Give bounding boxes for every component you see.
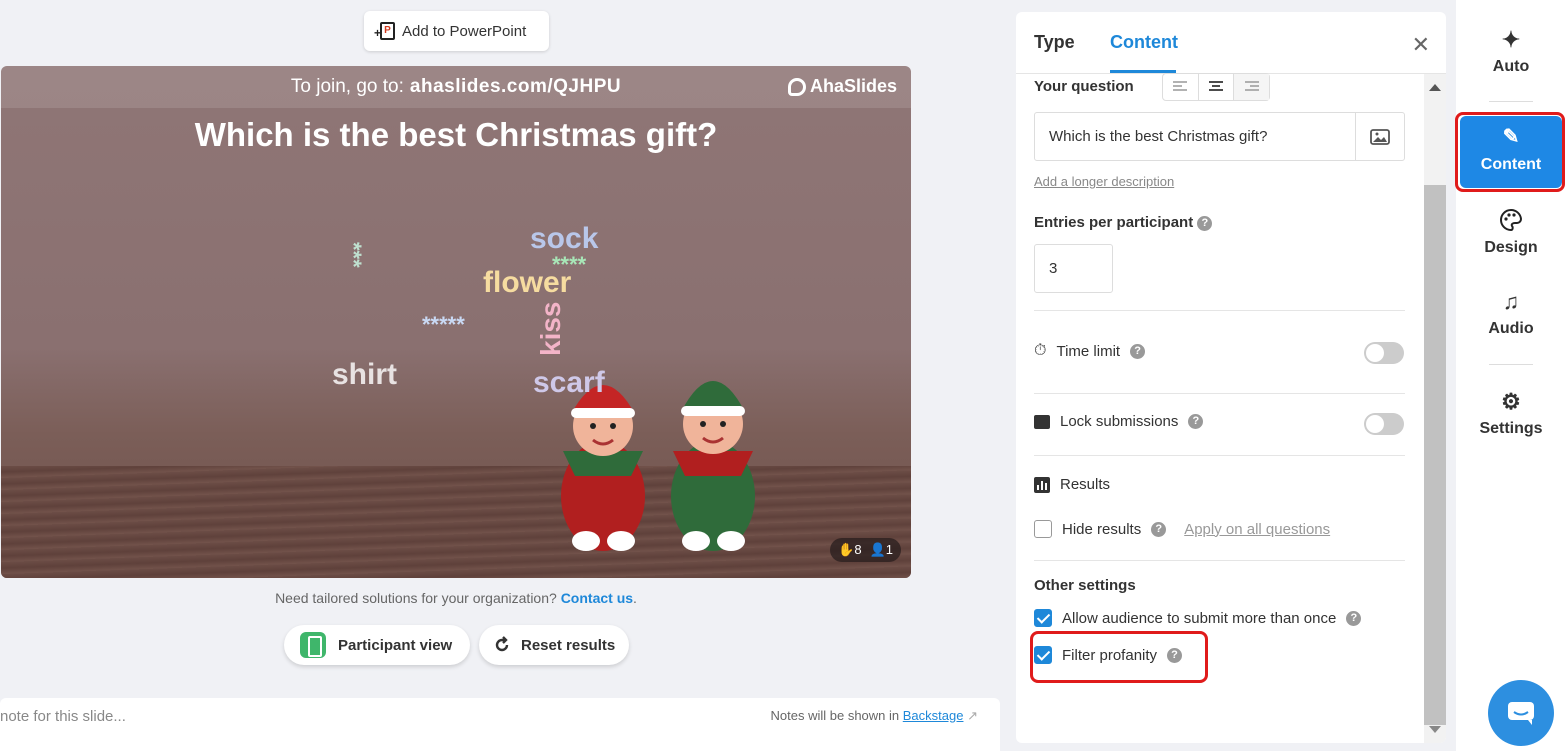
slide-notes-area[interactable]: note for this slide... Notes will be sho… bbox=[0, 698, 1000, 751]
align-right-button[interactable] bbox=[1233, 74, 1270, 100]
results-row: Results bbox=[1034, 476, 1110, 493]
scroll-down-arrow-icon[interactable] bbox=[1429, 726, 1441, 733]
text-align-group bbox=[1162, 73, 1270, 101]
chat-lock-icon bbox=[1034, 414, 1050, 429]
contact-us-link[interactable]: Contact us bbox=[561, 590, 633, 606]
time-limit-toggle[interactable] bbox=[1364, 342, 1404, 364]
powerpoint-icon: + P bbox=[374, 21, 396, 41]
join-instructions-bar: To join, go to: ahaslides.com/QJHPU bbox=[1, 66, 911, 108]
panel-scrollbar[interactable] bbox=[1424, 74, 1446, 743]
other-settings-label: Other settings bbox=[1034, 577, 1136, 594]
question-input[interactable]: Which is the best Christmas gift? bbox=[1034, 112, 1405, 161]
music-note-icon: ♫ bbox=[1502, 289, 1520, 314]
word-cloud-entry: sock bbox=[530, 222, 599, 255]
time-limit-row: ⏱ Time limit ? bbox=[1034, 342, 1146, 360]
hide-results-row: Hide results ? Apply on all questions bbox=[1034, 520, 1330, 538]
lock-submissions-row: Lock submissions ? bbox=[1034, 413, 1204, 430]
entries-per-participant-label: Entries per participant ? bbox=[1034, 214, 1213, 231]
divider bbox=[1034, 455, 1405, 456]
lock-submissions-label: Lock submissions bbox=[1060, 413, 1179, 430]
join-url: ahaslides.com/QJHPU bbox=[409, 76, 622, 97]
participants-count: 👤1 bbox=[869, 542, 893, 557]
add-description-link[interactable]: Add a longer description bbox=[1034, 174, 1174, 189]
ahaslides-logo-icon bbox=[787, 77, 806, 96]
results-label: Results bbox=[1060, 476, 1111, 493]
align-left-button[interactable] bbox=[1163, 74, 1198, 100]
word-cloud-entry: shirt bbox=[332, 358, 398, 391]
help-icon[interactable]: ? bbox=[1130, 343, 1146, 359]
external-link-icon: ↗ bbox=[967, 708, 978, 723]
tab-type[interactable]: Type bbox=[1034, 32, 1075, 53]
add-to-powerpoint-label: Add to PowerPoint bbox=[402, 22, 527, 40]
hide-results-checkbox[interactable] bbox=[1034, 520, 1052, 538]
rail-divider bbox=[1489, 364, 1533, 365]
reset-icon bbox=[495, 636, 509, 652]
align-left-icon bbox=[1173, 81, 1188, 91]
rail-item-settings[interactable]: ⚙ Settings bbox=[1456, 390, 1566, 438]
live-chat-button[interactable] bbox=[1488, 680, 1554, 746]
chat-icon bbox=[1508, 702, 1534, 725]
rail-item-auto[interactable]: ✦ Auto bbox=[1456, 28, 1566, 76]
lock-submissions-toggle[interactable] bbox=[1364, 413, 1404, 435]
allow-multiple-label: Allow audience to submit more than once bbox=[1062, 609, 1337, 627]
entries-per-participant-input[interactable]: 3 bbox=[1034, 244, 1113, 293]
participant-view-button[interactable]: Participant view bbox=[284, 625, 470, 665]
help-icon[interactable]: ? bbox=[1188, 414, 1204, 429]
slide-preview: To join, go to: ahaslides.com/QJHPU AhaS… bbox=[1, 66, 911, 578]
your-question-label: Your question bbox=[1034, 78, 1134, 95]
time-limit-label: Time limit bbox=[1056, 342, 1121, 360]
responses-count: ✋8 bbox=[838, 542, 862, 557]
notes-placeholder: note for this slide... bbox=[0, 708, 126, 725]
word-cloud-entry: flower bbox=[483, 266, 572, 299]
rail-item-audio[interactable]: ♫ Audio bbox=[1456, 290, 1566, 338]
allow-multiple-checkbox[interactable] bbox=[1034, 609, 1052, 627]
reset-results-button[interactable]: Reset results bbox=[479, 625, 629, 665]
panel-tabs: Type Content ✕ bbox=[1016, 12, 1446, 74]
close-icon[interactable]: ✕ bbox=[1412, 32, 1430, 58]
divider bbox=[1034, 310, 1405, 311]
notes-info: Notes will be shown in Backstage ↗ bbox=[770, 708, 978, 723]
apply-on-all-questions-link[interactable]: Apply on all questions bbox=[1184, 521, 1330, 538]
word-cloud-entry: *** bbox=[341, 242, 366, 268]
rail-divider bbox=[1489, 101, 1533, 102]
hide-results-label: Hide results bbox=[1062, 520, 1142, 538]
sparkle-icon: ✦ bbox=[1501, 27, 1521, 52]
image-icon bbox=[1370, 128, 1390, 145]
divider bbox=[1034, 560, 1405, 561]
question-input-value[interactable]: Which is the best Christmas gift? bbox=[1035, 113, 1355, 160]
response-counter: ✋8 👤1 bbox=[830, 538, 901, 562]
phone-icon bbox=[300, 632, 326, 658]
help-icon[interactable]: ? bbox=[1346, 610, 1362, 626]
tab-content[interactable]: Content bbox=[1110, 32, 1178, 53]
stopwatch-icon: ⏱ bbox=[1034, 342, 1047, 359]
scrollbar-thumb[interactable] bbox=[1424, 185, 1446, 725]
divider bbox=[1034, 393, 1405, 394]
allow-multiple-row: Allow audience to submit more than once … bbox=[1034, 609, 1362, 627]
brand-name: AhaSlides bbox=[809, 76, 897, 96]
align-center-icon bbox=[1209, 81, 1223, 91]
align-right-icon bbox=[1244, 81, 1259, 91]
bar-chart-icon bbox=[1034, 476, 1050, 493]
word-cloud-entry: kiss bbox=[535, 301, 566, 357]
scroll-up-arrow-icon[interactable] bbox=[1429, 84, 1441, 91]
rail-item-design[interactable]: Design bbox=[1456, 208, 1566, 257]
participant-view-label: Participant view bbox=[338, 636, 453, 654]
backstage-link[interactable]: Backstage bbox=[903, 708, 964, 723]
reset-results-label: Reset results bbox=[521, 636, 616, 654]
word-cloud-entry: ***** bbox=[422, 312, 465, 337]
tailored-solutions-text: Need tailored solutions for your organiz… bbox=[275, 590, 637, 606]
content-rail-highlight bbox=[1455, 112, 1565, 192]
palette-icon bbox=[1456, 208, 1566, 233]
add-to-powerpoint-button[interactable]: + P Add to PowerPoint bbox=[364, 11, 549, 51]
slide-question: Which is the best Christmas gift? bbox=[194, 116, 718, 153]
help-icon[interactable]: ? bbox=[1197, 215, 1213, 231]
ahaslides-logo: AhaSlides bbox=[787, 76, 897, 97]
align-center-button[interactable] bbox=[1197, 74, 1234, 100]
join-prefix: To join, go to: bbox=[290, 76, 404, 97]
help-icon[interactable]: ? bbox=[1151, 521, 1167, 537]
insert-image-button[interactable] bbox=[1355, 113, 1404, 160]
gear-icon: ⚙ bbox=[1501, 389, 1521, 414]
word-cloud-entry: scarf bbox=[533, 366, 605, 399]
filter-profanity-highlight bbox=[1030, 631, 1208, 683]
